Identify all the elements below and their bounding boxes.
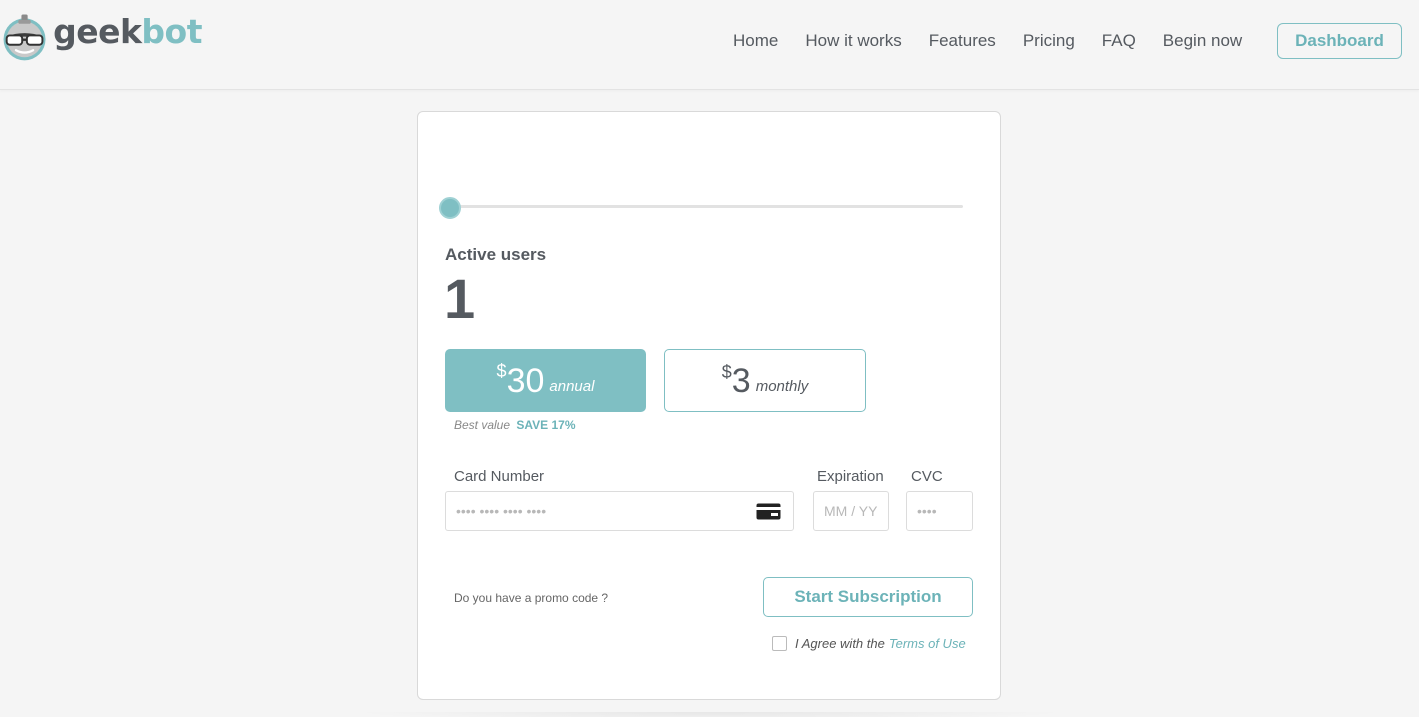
robot-mascot-icon [3,14,46,61]
nav-features[interactable]: Features [929,30,996,52]
annual-period: annual [549,378,595,395]
annual-price: 30 [506,361,545,400]
expiration-label: Expiration [817,468,884,485]
subscription-card: Active users 1 $ 30 annual $ 3 monthly B… [417,111,1001,700]
nav-begin-now[interactable]: Begin now [1163,30,1242,52]
nav-pricing[interactable]: Pricing [1023,30,1075,52]
expiration-input[interactable]: MM / YY [813,491,889,531]
logo-wordmark: geekbot [53,12,202,51]
footer-shadow [350,712,1070,717]
site-header: geekbot Home How it works Features Prici… [0,0,1419,90]
monthly-currency: $ [721,362,732,382]
monthly-period: monthly [755,378,809,395]
credit-card-icon [756,503,781,520]
logo-text-geek: geek [53,11,142,51]
annual-currency: $ [496,361,507,381]
users-slider-track[interactable] [458,205,963,208]
main-nav: Home How it works Features Pricing FAQ B… [733,30,1242,52]
geekbot-logo[interactable]: geekbot [2,4,202,70]
monthly-plan-option[interactable]: $ 3 monthly [664,349,866,412]
nav-faq[interactable]: FAQ [1102,30,1136,52]
terms-agreement: I Agree with the Terms of Use [772,636,966,651]
agree-text: I Agree with the Terms of Use [795,636,966,651]
best-value-label: Best value [454,418,511,432]
save-badge: SAVE 17% [516,418,576,432]
cvc-input[interactable]: •••• [906,491,973,531]
agree-checkbox[interactable] [772,636,787,651]
terms-of-use-link[interactable]: Terms of Use [889,636,966,651]
active-users-label: Active users [445,245,547,264]
expiration-placeholder: MM / YY [824,503,878,519]
best-value-note: Best value SAVE 17% [454,418,576,432]
cvc-label: CVC [911,468,943,485]
card-number-input[interactable]: •••• •••• •••• •••• [445,491,794,531]
agree-label: I Agree with the [795,636,885,651]
active-users-count: 1 [444,267,476,330]
card-number-placeholder: •••• •••• •••• •••• [456,503,547,519]
annual-plan-option[interactable]: $ 30 annual [445,349,646,412]
nav-home[interactable]: Home [733,30,778,52]
start-subscription-button[interactable]: Start Subscription [763,577,973,617]
users-slider-thumb[interactable] [439,197,461,219]
logo-text-bot: bot [141,11,202,51]
promo-code-link[interactable]: Do you have a promo code ? [454,591,608,605]
dashboard-button[interactable]: Dashboard [1277,23,1402,59]
card-number-label: Card Number [454,468,545,485]
nav-how-it-works[interactable]: How it works [805,30,901,52]
cvc-placeholder: •••• [917,503,937,519]
monthly-price: 3 [731,361,751,400]
